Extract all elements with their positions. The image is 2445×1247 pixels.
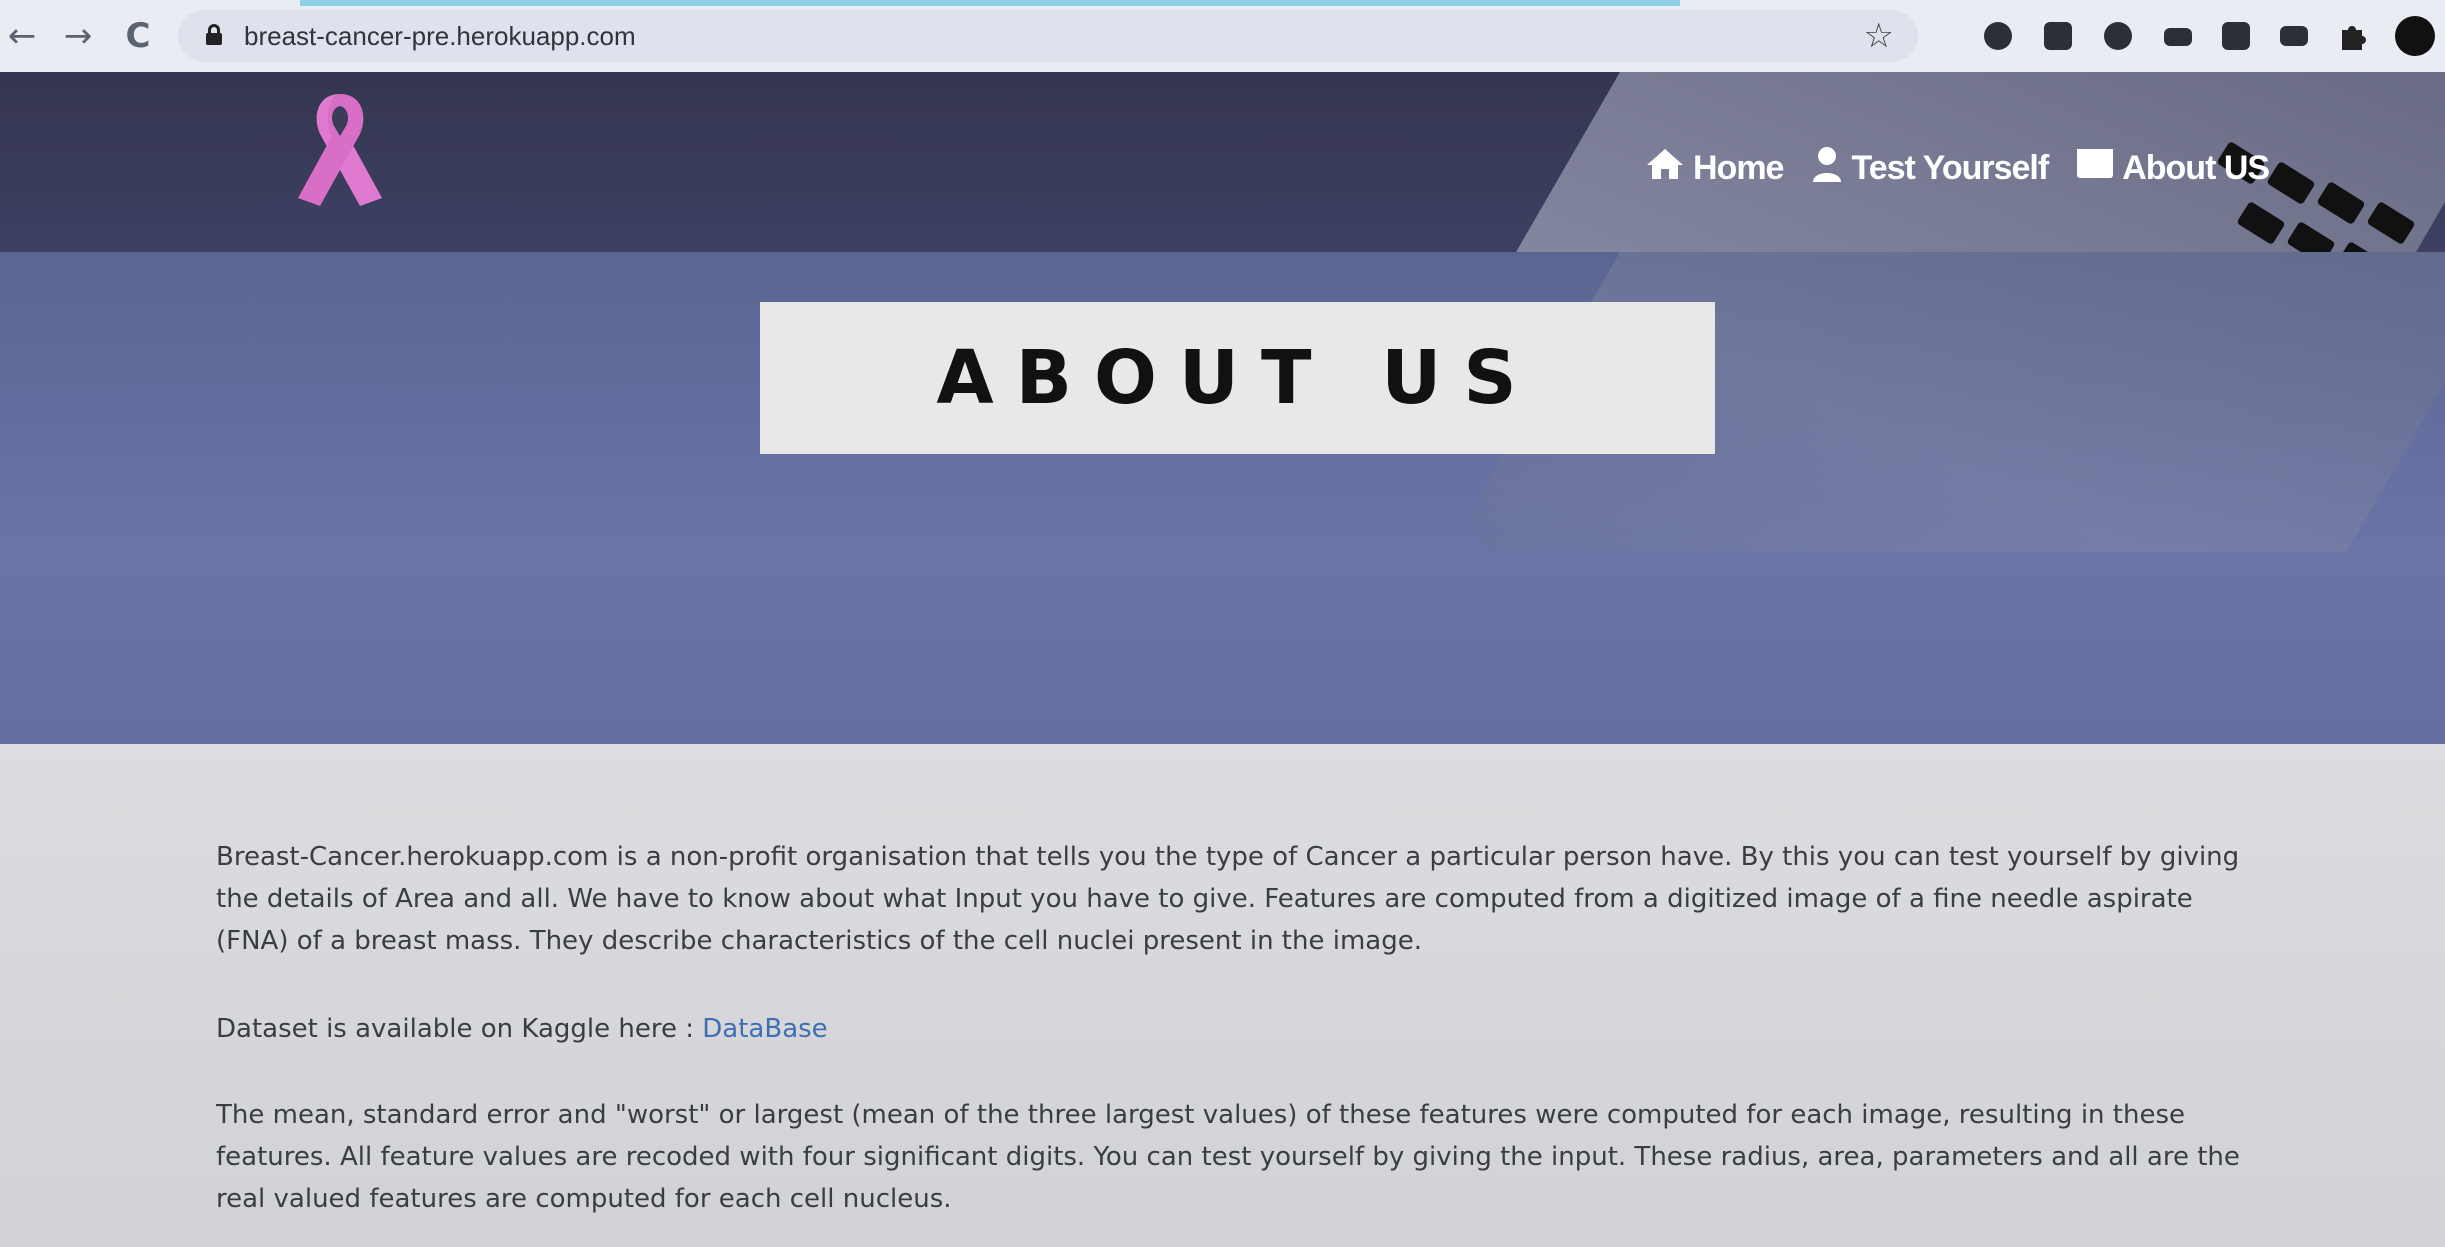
about-paragraph: Breast-Cancer.herokuapp.com is a non-pro… [216,842,2240,956]
user-icon [1811,146,1843,191]
dataset-text: Dataset is available on Kaggle here : [216,1014,703,1044]
database-link[interactable]: DataBase [702,1014,827,1044]
page-title: ABOUT US [936,335,1539,421]
reload-button[interactable]: C [116,14,160,58]
extension-icon[interactable] [2222,22,2250,50]
main-nav: Home Test Yourself About US [1645,146,2270,191]
nav-test-yourself[interactable]: Test Yourself [1811,146,2049,191]
reload-icon: C [125,16,151,56]
browser-toolbar: ← → C breast-cancer-pre.herokuapp.com ☆ [0,0,2445,72]
id-card-icon [2076,148,2114,189]
about-content: Breast-Cancer.herokuapp.com is a non-pro… [0,744,2445,1247]
features-paragraph: The mean, standard error and "worst" or … [216,1100,2240,1214]
home-icon [1645,147,1685,190]
nav-home[interactable]: Home [1645,147,1784,190]
pink-ribbon-logo[interactable] [290,86,390,232]
lock-icon [206,24,222,45]
url-text: breast-cancer-pre.herokuapp.com [244,21,636,51]
profile-avatar[interactable] [2395,16,2435,56]
camera-icon[interactable] [2044,22,2072,50]
puzzle-icon[interactable] [2338,22,2366,50]
forward-arrow-icon: → [63,16,93,56]
extension-icon[interactable] [2280,26,2308,46]
extension-icon[interactable] [1984,22,2012,50]
nav-about-us[interactable]: About US [2076,148,2270,189]
tab-strip [300,0,1680,6]
address-bar[interactable]: breast-cancer-pre.herokuapp.com ☆ [178,10,1918,62]
nav-home-label: Home [1693,149,1784,187]
forward-button[interactable]: → [56,14,100,58]
nav-about-us-label: About US [2122,149,2270,187]
back-arrow-icon: ← [7,16,37,56]
extension-icon[interactable] [2164,28,2192,46]
nav-test-yourself-label: Test Yourself [1851,149,2049,187]
page-title-box: ABOUT US [760,302,1715,454]
bookmark-star-button[interactable]: ☆ [1864,16,1894,56]
extension-icon[interactable] [2104,22,2132,50]
back-button[interactable]: ← [0,14,44,58]
dataset-paragraph: Dataset is available on Kaggle here : Da… [216,1008,2256,1050]
